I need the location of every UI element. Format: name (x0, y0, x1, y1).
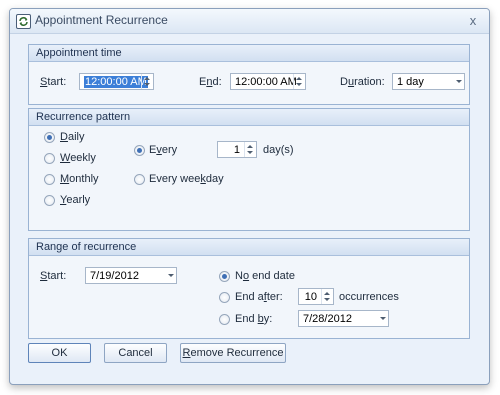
start-time-spinner[interactable] (141, 74, 153, 89)
every-days-value: 1 (233, 144, 240, 156)
every-label[interactable]: Every (149, 143, 177, 157)
close-icon[interactable]: x (464, 12, 482, 29)
appointment-time-group: Appointment time Start: 12:00:00 AM End:… (28, 44, 470, 105)
every-weekday-radio[interactable] (134, 174, 145, 185)
every-radio[interactable] (134, 145, 145, 156)
every-days-input[interactable]: 1 (217, 141, 257, 158)
weekly-label[interactable]: Weekly (60, 151, 96, 165)
end-by-radio[interactable] (219, 314, 230, 325)
occurrences-label: occurrences (339, 291, 399, 303)
end-after-input[interactable]: 10 (298, 288, 334, 305)
end-after-spinner[interactable] (321, 289, 333, 304)
range-start-value: 7/19/2012 (90, 270, 139, 282)
daily-label[interactable]: Daily (60, 130, 84, 144)
start-time-label: Start: (40, 76, 67, 88)
chevron-down-icon (168, 274, 174, 277)
range-start-label: Start: (40, 270, 67, 282)
chevron-down-icon (380, 317, 386, 320)
yearly-radio[interactable] (44, 195, 55, 206)
duration-select[interactable]: 1 day (392, 73, 465, 90)
end-after-value: 10 (304, 291, 317, 303)
yearly-label[interactable]: Yearly (60, 193, 90, 207)
end-after-label[interactable]: End after: (235, 290, 283, 304)
remove-recurrence-button[interactable]: Remove Recurrence (180, 343, 286, 363)
start-time-input[interactable]: 12:00:00 AM (79, 73, 154, 90)
end-time-label: End: (199, 76, 222, 88)
end-time-value: 12:00:00 AM (235, 76, 297, 88)
appointment-time-header: Appointment time (29, 45, 469, 62)
no-end-date-radio[interactable] (219, 271, 230, 282)
chevron-down-icon (456, 80, 462, 83)
end-time-spinner[interactable] (293, 74, 305, 89)
weekly-radio[interactable] (44, 153, 55, 164)
range-start-date[interactable]: 7/19/2012 (85, 267, 177, 284)
no-end-date-label[interactable]: No end date (235, 269, 295, 283)
appointment-recurrence-dialog: Appointment Recurrence x Appointment tim… (9, 8, 490, 385)
duration-value: 1 day (397, 76, 424, 88)
end-after-radio[interactable] (219, 292, 230, 303)
daily-radio[interactable] (44, 132, 55, 143)
cancel-button[interactable]: Cancel (104, 343, 167, 363)
window-title: Appointment Recurrence (35, 13, 168, 27)
end-by-date[interactable]: 7/28/2012 (298, 310, 389, 327)
duration-label: Duration: (340, 76, 385, 88)
monthly-label[interactable]: Monthly (60, 172, 99, 186)
range-of-recurrence-group: Range of recurrence Start: 7/19/2012 No … (28, 238, 470, 339)
recurrence-pattern-group: Recurrence pattern Daily Weekly Monthly … (28, 108, 470, 231)
ok-button[interactable]: OK (28, 343, 91, 363)
monthly-radio[interactable] (44, 174, 55, 185)
range-header: Range of recurrence (29, 239, 469, 256)
every-weekday-label[interactable]: Every weekday (149, 172, 224, 186)
end-by-label[interactable]: End by: (235, 312, 272, 326)
end-by-value: 7/28/2012 (303, 313, 352, 325)
recurrence-icon (16, 14, 31, 29)
days-unit-label: day(s) (263, 144, 294, 156)
every-days-spinner[interactable] (244, 142, 256, 157)
recurrence-pattern-header: Recurrence pattern (29, 109, 469, 126)
start-time-value: 12:00:00 AM (84, 76, 148, 88)
title-bar: Appointment Recurrence x (10, 9, 489, 34)
end-time-input[interactable]: 12:00:00 AM (230, 73, 306, 90)
